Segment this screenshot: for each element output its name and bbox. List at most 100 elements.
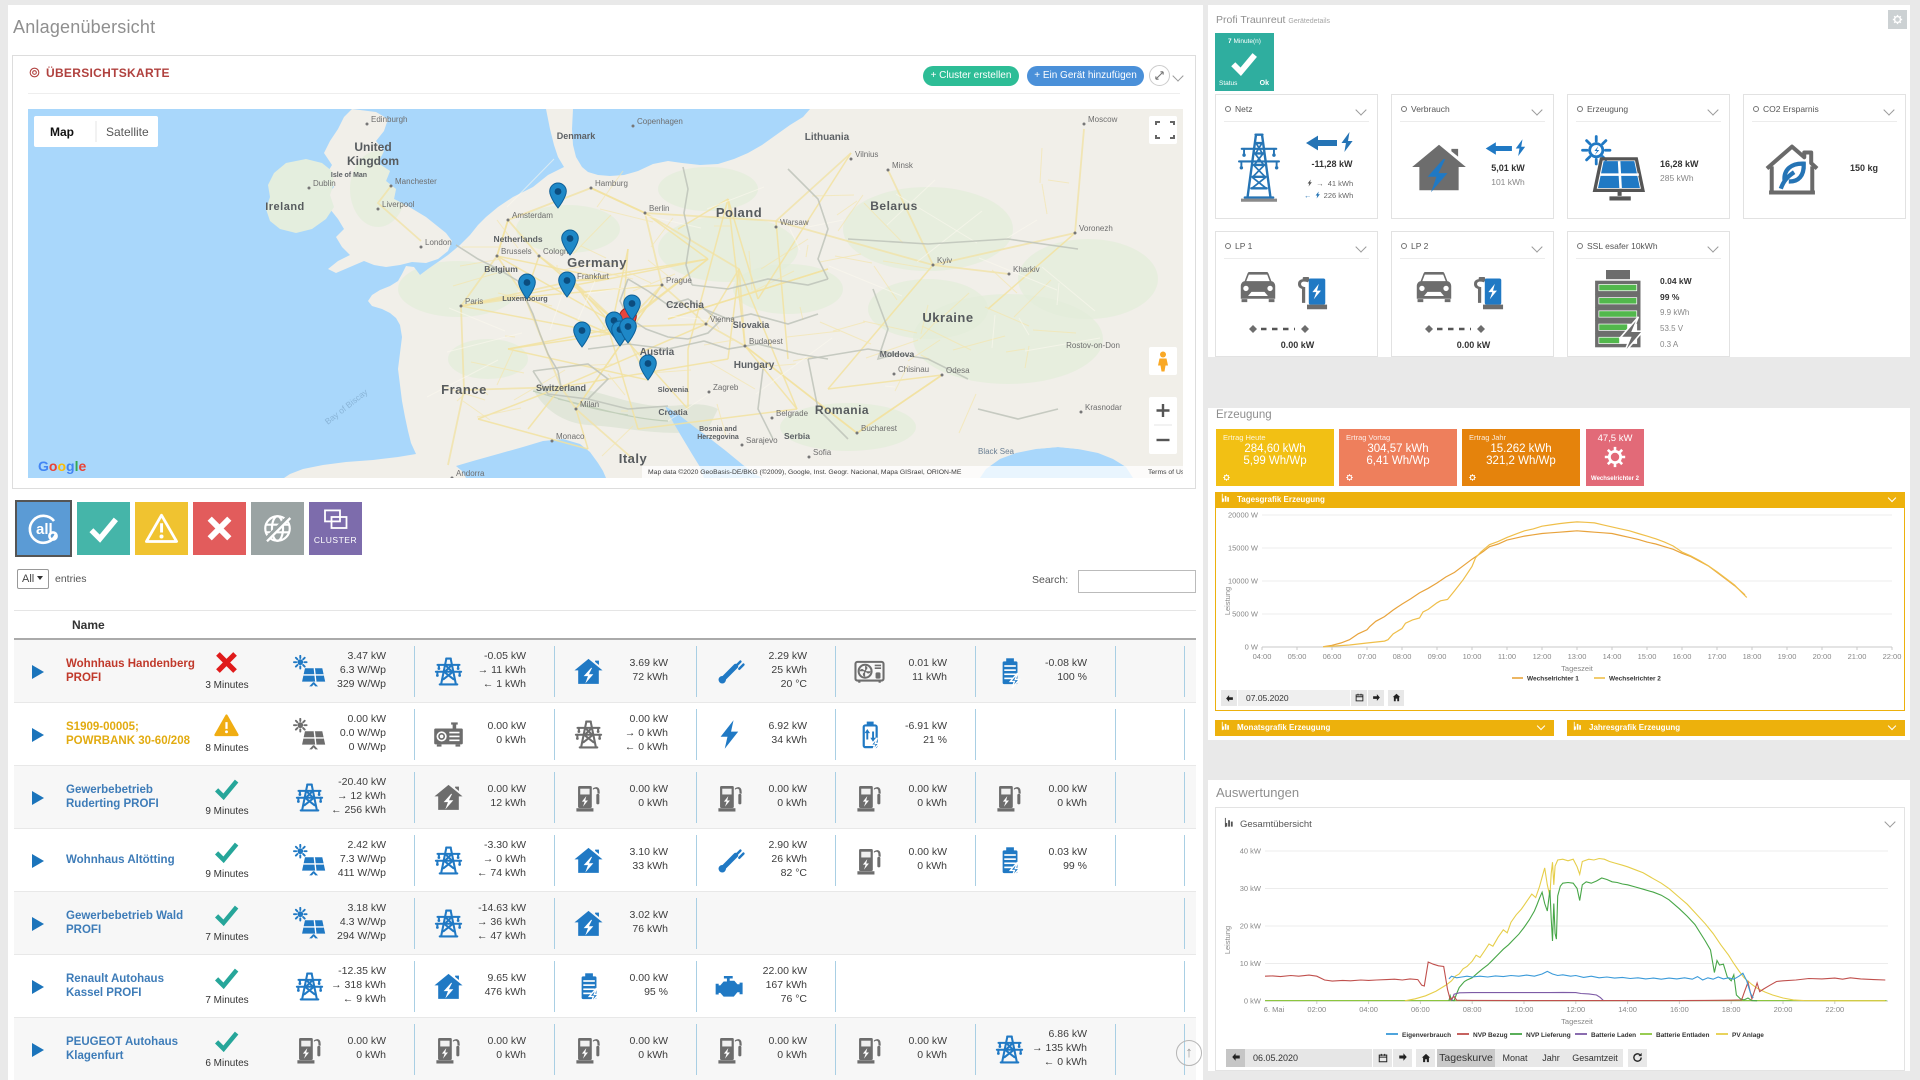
- svg-text:Eigenverbrauch: Eigenverbrauch: [1402, 1032, 1451, 1039]
- svg-text:Map: Map: [50, 125, 74, 139]
- svg-text:07:00: 07:00: [1358, 652, 1377, 661]
- svg-text:Italy: Italy: [619, 451, 648, 466]
- svg-text:5000 W: 5000 W: [1232, 610, 1259, 619]
- svg-text:Vienna: Vienna: [710, 315, 735, 324]
- svg-text:Paris: Paris: [465, 297, 483, 306]
- svg-text:Liverpool: Liverpool: [382, 200, 415, 209]
- svg-text:Amsterdam: Amsterdam: [512, 211, 553, 220]
- svg-text:Slovakia: Slovakia: [733, 320, 771, 330]
- svg-text:Chisinau: Chisinau: [898, 365, 929, 374]
- svg-text:Voronezh: Voronezh: [1079, 224, 1113, 233]
- svg-text:Hamburg: Hamburg: [595, 179, 628, 188]
- svg-text:10:00: 10:00: [1463, 652, 1482, 661]
- svg-text:NVP Bezug: NVP Bezug: [1473, 1032, 1508, 1039]
- svg-text:Sofia: Sofia: [813, 448, 832, 457]
- svg-text:Sarajevo: Sarajevo: [746, 436, 778, 445]
- svg-text:04:00: 04:00: [1359, 1005, 1378, 1014]
- svg-text:London: London: [425, 238, 452, 247]
- svg-text:Wechselrichter 2: Wechselrichter 2: [1609, 676, 1661, 683]
- svg-text:10:00: 10:00: [1515, 1005, 1534, 1014]
- svg-text:Belgrade: Belgrade: [776, 409, 809, 418]
- svg-text:Manchester: Manchester: [395, 177, 437, 186]
- svg-text:6. Mai: 6. Mai: [1264, 1005, 1285, 1014]
- svg-text:Tageszeit: Tageszeit: [1561, 1017, 1594, 1026]
- svg-text:Moldova: Moldova: [880, 349, 915, 359]
- svg-text:22:00: 22:00: [1825, 1005, 1844, 1014]
- svg-text:Terms of Use: Terms of Use: [1148, 469, 1183, 476]
- svg-text:18:00: 18:00: [1722, 1005, 1741, 1014]
- svg-text:France: France: [441, 382, 487, 397]
- svg-text:Budapest: Budapest: [749, 337, 784, 346]
- svg-text:Map data ©2020 GeoBasis-DE/BKG: Map data ©2020 GeoBasis-DE/BKG (©2009), …: [648, 468, 962, 476]
- svg-text:Leistung: Leistung: [1223, 587, 1232, 615]
- svg-text:Switzerland: Switzerland: [536, 383, 586, 393]
- svg-text:Poland: Poland: [716, 205, 762, 220]
- svg-text:Croatia: Croatia: [658, 407, 688, 417]
- svg-text:06:00: 06:00: [1411, 1005, 1430, 1014]
- svg-text:18:00: 18:00: [1743, 652, 1762, 661]
- svg-text:15000 W: 15000 W: [1228, 544, 1259, 553]
- svg-text:Minsk: Minsk: [892, 161, 914, 170]
- svg-text:08:00: 08:00: [1393, 652, 1412, 661]
- svg-text:Satellite: Satellite: [106, 125, 149, 139]
- svg-text:Kingdom: Kingdom: [347, 154, 399, 168]
- svg-text:Odesa: Odesa: [946, 366, 970, 375]
- svg-text:Ireland: Ireland: [265, 201, 305, 213]
- svg-text:08:00: 08:00: [1463, 1005, 1482, 1014]
- svg-text:06:00: 06:00: [1323, 652, 1342, 661]
- svg-text:02:00: 02:00: [1307, 1005, 1326, 1014]
- svg-text:20:00: 20:00: [1813, 652, 1832, 661]
- svg-text:Netherlands: Netherlands: [493, 234, 542, 244]
- svg-text:Isle of Man: Isle of Man: [331, 172, 367, 179]
- svg-text:10 kW: 10 kW: [1240, 959, 1262, 968]
- svg-text:12:00: 12:00: [1566, 1005, 1585, 1014]
- svg-text:0 kW: 0 kW: [1244, 997, 1262, 1006]
- svg-text:Kharkiv: Kharkiv: [1013, 265, 1040, 274]
- svg-text:Rostov-on-Don: Rostov-on-Don: [1066, 341, 1120, 350]
- svg-text:Ukraine: Ukraine: [922, 310, 973, 325]
- svg-text:Black Sea: Black Sea: [978, 447, 1015, 456]
- svg-text:Belarus: Belarus: [870, 199, 918, 213]
- svg-text:21:00: 21:00: [1848, 652, 1867, 661]
- svg-text:20 kW: 20 kW: [1240, 922, 1262, 931]
- svg-text:Moscow: Moscow: [1088, 115, 1118, 124]
- svg-text:14:00: 14:00: [1603, 652, 1622, 661]
- svg-text:Berlin: Berlin: [649, 204, 669, 213]
- svg-text:10000 W: 10000 W: [1228, 577, 1259, 586]
- svg-text:Milan: Milan: [580, 400, 599, 409]
- svg-text:16:00: 16:00: [1670, 1005, 1689, 1014]
- svg-text:Hungary: Hungary: [734, 360, 775, 371]
- svg-text:United: United: [354, 140, 391, 154]
- svg-text:Vilnius: Vilnius: [855, 150, 878, 159]
- svg-text:16:00: 16:00: [1673, 652, 1692, 661]
- svg-text:Herzegovina: Herzegovina: [697, 434, 739, 441]
- svg-text:Denmark: Denmark: [557, 131, 597, 141]
- svg-text:Batterie Laden: Batterie Laden: [1591, 1032, 1636, 1039]
- svg-text:Copenhagen: Copenhagen: [637, 117, 683, 126]
- svg-text:Batterie Entladen: Batterie Entladen: [1656, 1032, 1709, 1039]
- svg-text:20:00: 20:00: [1774, 1005, 1793, 1014]
- svg-text:Monaco: Monaco: [556, 432, 585, 441]
- svg-text:04:00: 04:00: [1253, 652, 1272, 661]
- svg-text:Edinburgh: Edinburgh: [371, 115, 407, 124]
- svg-text:20000 W: 20000 W: [1228, 511, 1259, 520]
- svg-text:Germany: Germany: [567, 255, 627, 270]
- svg-text:NVP Lieferung: NVP Lieferung: [1526, 1032, 1571, 1039]
- svg-text:Tageszeit: Tageszeit: [1561, 664, 1594, 673]
- svg-text:Zagreb: Zagreb: [713, 383, 739, 392]
- svg-text:Slovenia: Slovenia: [658, 385, 690, 394]
- svg-text:05:00: 05:00: [1288, 652, 1307, 661]
- svg-text:Kyiv: Kyiv: [937, 256, 952, 265]
- svg-text:all: all: [36, 521, 53, 538]
- svg-text:PV Anlage: PV Anlage: [1732, 1032, 1764, 1039]
- svg-text:Leistung: Leistung: [1223, 926, 1232, 954]
- svg-text:15:00: 15:00: [1638, 652, 1657, 661]
- svg-text:Wechselrichter 1: Wechselrichter 1: [1527, 676, 1579, 683]
- svg-text:Bucharest: Bucharest: [861, 424, 898, 433]
- svg-text:Frankfurt: Frankfurt: [577, 272, 610, 281]
- svg-text:0 W: 0 W: [1245, 643, 1259, 652]
- svg-text:17:00: 17:00: [1708, 652, 1727, 661]
- svg-text:Lithuania: Lithuania: [805, 132, 850, 143]
- svg-text:Bosnia and: Bosnia and: [699, 426, 737, 433]
- svg-text:14:00: 14:00: [1618, 1005, 1637, 1014]
